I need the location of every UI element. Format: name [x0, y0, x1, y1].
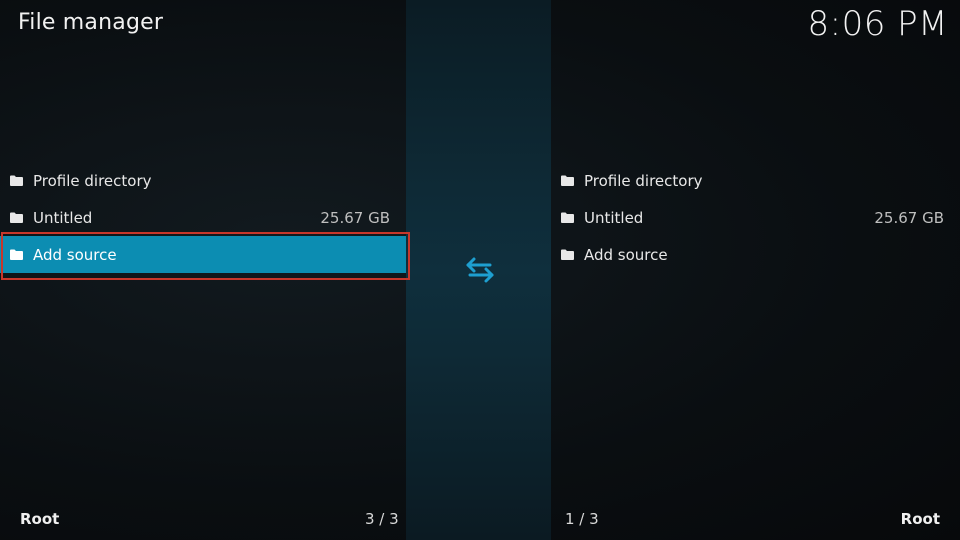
right-footer-count: 1 / 3 [565, 510, 599, 528]
item-label: Untitled [33, 208, 93, 227]
left-item-profile-directory[interactable]: Profile directory [0, 162, 406, 199]
left-item-add-source[interactable]: Add source [0, 236, 406, 273]
folder-icon [10, 175, 23, 186]
right-footer-path: Root [900, 510, 940, 528]
right-pane: Profile directory Untitled 25.67 GB Add … [551, 162, 960, 273]
item-label: Untitled [584, 208, 644, 227]
swap-arrows-icon[interactable] [462, 252, 498, 288]
right-item-untitled[interactable]: Untitled 25.67 GB [551, 199, 960, 236]
item-label: Profile directory [584, 171, 703, 190]
folder-icon [10, 212, 23, 223]
folder-icon [561, 249, 574, 260]
folder-icon [10, 249, 23, 260]
right-item-profile-directory[interactable]: Profile directory [551, 162, 960, 199]
left-pane: Profile directory Untitled 25.67 GB Add … [0, 162, 406, 273]
clock: 8:06 PM [807, 4, 948, 44]
item-size: 25.67 GB [320, 208, 390, 227]
file-manager-screen: File manager 8:06 PM Profile directory U… [0, 0, 960, 540]
item-label: Profile directory [33, 171, 152, 190]
page-title: File manager [18, 10, 164, 35]
folder-icon [561, 212, 574, 223]
left-item-untitled[interactable]: Untitled 25.67 GB [0, 199, 406, 236]
right-item-add-source[interactable]: Add source [551, 236, 960, 273]
item-size: 25.67 GB [874, 208, 944, 227]
item-label: Add source [33, 245, 117, 264]
left-footer-count: 3 / 3 [365, 510, 399, 528]
item-label: Add source [584, 245, 668, 264]
left-footer-path: Root [20, 510, 60, 528]
folder-icon [561, 175, 574, 186]
